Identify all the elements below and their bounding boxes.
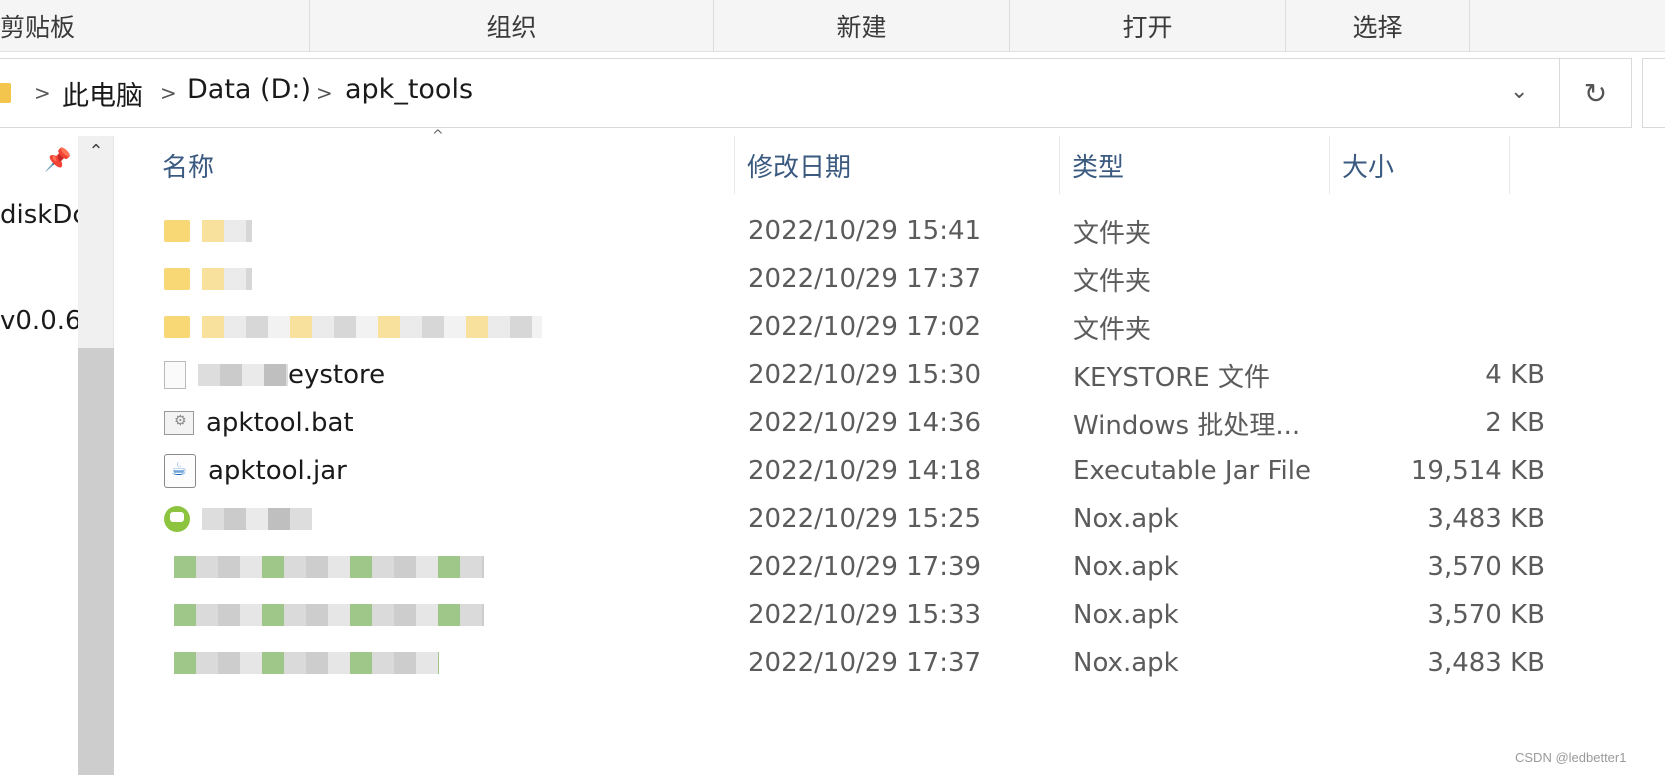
search-box[interactable]: [1642, 58, 1665, 128]
batch-file-icon: [164, 411, 194, 435]
keystore-file-icon: [164, 361, 186, 389]
breadcrumb-apk-tools[interactable]: apk_tools: [345, 74, 473, 105]
file-size: [1295, 304, 1545, 350]
file-date: 2022/10/29 17:37: [748, 264, 982, 294]
file-type: Nox.apk: [1073, 552, 1179, 582]
redacted-filename: [174, 652, 439, 674]
file-type: 文件夹: [1073, 314, 1152, 345]
android-apk-icon: [164, 506, 190, 532]
redacted-filename: [202, 268, 252, 290]
file-row[interactable]: 2022/10/29 17:02 文件夹: [150, 304, 1510, 350]
file-size: 3,570 KB: [1427, 600, 1545, 630]
java-jar-icon: [164, 454, 196, 488]
file-type: Nox.apk: [1073, 648, 1179, 678]
breadcrumb-separator[interactable]: >: [316, 81, 333, 105]
file-name-cell[interactable]: [164, 592, 734, 638]
file-name-cell[interactable]: [164, 256, 734, 302]
scroll-up-arrow-icon[interactable]: ⌃: [78, 136, 114, 166]
ribbon-group-clipboard[interactable]: 剪贴板: [0, 0, 310, 52]
file-type: Executable Jar File: [1073, 456, 1311, 486]
file-size: 3,570 KB: [1427, 552, 1545, 582]
file-date: 2022/10/29 15:33: [748, 600, 982, 630]
watermark: CSDN @ledbetter1: [1515, 750, 1627, 765]
redacted-filename: [202, 316, 542, 338]
chevron-down-icon[interactable]: ⌄: [1510, 79, 1528, 104]
file-name-cell[interactable]: apktool.bat: [164, 400, 734, 446]
file-name: apktool.bat: [206, 408, 354, 438]
ribbon-group-organize[interactable]: 组织: [310, 0, 714, 52]
redacted-filename: [202, 508, 312, 530]
file-name-cell[interactable]: [164, 304, 734, 350]
file-row[interactable]: 2022/10/29 15:41 文件夹: [150, 208, 1510, 254]
file-name-cell[interactable]: [164, 544, 734, 590]
file-size: 3,483 KB: [1427, 648, 1545, 678]
file-date: 2022/10/29 17:37: [748, 648, 982, 678]
file-size: 2 KB: [1485, 408, 1545, 438]
file-name-cell[interactable]: apktool.jar: [164, 448, 734, 494]
file-name: eystore: [288, 360, 386, 390]
file-size: [1295, 256, 1545, 302]
folder-icon: [0, 83, 11, 103]
file-date: 2022/10/29 15:25: [748, 504, 982, 534]
navigation-pane: diskDc v0.0.6: [0, 130, 78, 775]
file-name-cell[interactable]: [164, 640, 734, 686]
file-name-cell[interactable]: [164, 208, 734, 254]
file-name-cell[interactable]: [164, 496, 734, 542]
file-row[interactable]: 2022/10/29 15:33 Nox.apk 3,570 KB: [150, 592, 1545, 638]
nav-scrollbar[interactable]: ⌃: [78, 136, 114, 775]
column-header-name[interactable]: 名称: [150, 136, 735, 194]
ribbon-group-open[interactable]: 打开: [1010, 0, 1286, 52]
file-date: 2022/10/29 14:36: [748, 408, 982, 438]
folder-icon: [164, 220, 190, 242]
file-type: KEYSTORE 文件: [1073, 362, 1270, 393]
file-type: Windows 批处理...: [1073, 410, 1301, 441]
column-header-date[interactable]: 修改日期: [735, 136, 1060, 194]
file-row[interactable]: 2022/10/29 17:37 文件夹: [150, 256, 1510, 302]
file-type: Nox.apk: [1073, 600, 1179, 630]
redacted-filename: [174, 604, 484, 626]
folder-icon: [164, 268, 190, 290]
redacted-filename: [198, 364, 288, 386]
breadcrumb-separator[interactable]: >: [160, 81, 177, 105]
file-row[interactable]: 2022/10/29 17:37 Nox.apk 3,483 KB: [150, 640, 1545, 686]
file-name: apktool.jar: [208, 456, 347, 486]
file-row[interactable]: eystore 2022/10/29 15:30 KEYSTORE 文件 4 K…: [150, 352, 1545, 398]
breadcrumb-data-drive[interactable]: Data (D:): [187, 74, 311, 105]
pin-icon[interactable]: 📌: [44, 148, 71, 173]
address-bar[interactable]: > 此电脑 > Data (D:) > apk_tools ⌄: [0, 58, 1560, 128]
ribbon: 剪贴板 组织 新建 打开 选择: [0, 0, 1665, 52]
file-type: 文件夹: [1073, 218, 1152, 249]
file-row[interactable]: 2022/10/29 17:39 Nox.apk 3,570 KB: [150, 544, 1545, 590]
breadcrumb-this-pc[interactable]: 此电脑: [62, 74, 143, 113]
file-row[interactable]: 2022/10/29 15:25 Nox.apk 3,483 KB: [150, 496, 1545, 542]
folder-icon: [164, 316, 190, 338]
file-date: 2022/10/29 15:30: [748, 360, 982, 390]
file-size: 19,514 KB: [1410, 456, 1545, 486]
file-date: 2022/10/29 17:02: [748, 312, 982, 342]
ribbon-group-new[interactable]: 新建: [714, 0, 1010, 52]
nav-item-v006[interactable]: v0.0.6: [0, 306, 78, 336]
file-type: Nox.apk: [1073, 504, 1179, 534]
refresh-button[interactable]: ↻: [1560, 58, 1632, 128]
breadcrumb-separator[interactable]: >: [34, 81, 51, 105]
file-type: 文件夹: [1073, 266, 1152, 297]
redacted-filename: [174, 556, 484, 578]
column-header-size[interactable]: 大小: [1330, 136, 1510, 194]
file-size: 3,483 KB: [1427, 504, 1545, 534]
file-date: 2022/10/29 17:39: [748, 552, 982, 582]
file-size: [1295, 208, 1545, 254]
file-date: 2022/10/29 15:41: [748, 216, 982, 246]
file-row[interactable]: apktool.jar 2022/10/29 14:18 Executable …: [150, 448, 1545, 494]
column-header-type[interactable]: 类型: [1060, 136, 1330, 194]
redacted-filename: [202, 220, 252, 242]
file-row[interactable]: apktool.bat 2022/10/29 14:36 Windows 批处理…: [150, 400, 1545, 446]
file-date: 2022/10/29 14:18: [748, 456, 982, 486]
file-size: 4 KB: [1485, 360, 1545, 390]
refresh-icon: ↻: [1583, 76, 1608, 110]
file-name-cell[interactable]: eystore: [164, 352, 734, 398]
scrollbar-thumb[interactable]: [78, 348, 114, 775]
ribbon-group-select[interactable]: 选择: [1286, 0, 1470, 52]
nav-item-diskdc[interactable]: diskDc: [0, 200, 78, 230]
